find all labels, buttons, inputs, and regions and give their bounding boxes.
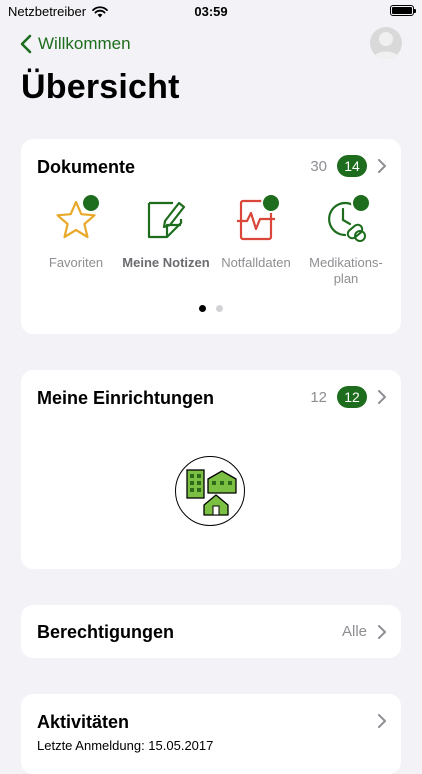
documents-title: Dokumente (37, 157, 136, 177)
back-button-label: Willkommen (38, 34, 131, 53)
documents-new-badge: 14 (337, 155, 367, 177)
page-dot[interactable] (216, 305, 223, 312)
new-indicator-dot (351, 193, 371, 213)
facilities-new-badge: 12 (337, 386, 367, 408)
my-notes-item[interactable]: Meine Notizen (121, 197, 211, 271)
medication-plan-item[interactable]: Medikations-plan (301, 193, 391, 287)
documents-card[interactable]: Dokumente 30 14 Favoriten Meine Notizen (21, 139, 401, 334)
back-button[interactable]: Willkommen (20, 32, 131, 56)
emergency-data-label: Notfalldaten (221, 255, 291, 270)
page-dot-active[interactable] (199, 305, 206, 312)
chevron-right-icon[interactable] (377, 713, 387, 729)
facilities-card[interactable]: Meine Einrichtungen 12 12 (21, 370, 401, 569)
medication-plan-label: Medikations-plan (309, 255, 383, 286)
status-bar: Netzbetreiber 03:59 (0, 0, 422, 22)
permissions-value: Alle (341, 623, 367, 640)
avatar[interactable] (370, 27, 402, 59)
chevron-right-icon[interactable] (377, 158, 387, 174)
battery-icon (390, 5, 416, 16)
activities-card[interactable]: Aktivitäten Letzte Anmeldung: 15.05.2017 (21, 694, 401, 774)
chevron-right-icon[interactable] (377, 624, 387, 640)
chevron-right-icon[interactable] (377, 389, 387, 405)
permissions-title: Berechtigungen (37, 622, 175, 642)
facilities-illustration (175, 456, 245, 526)
activities-title: Aktivitäten (37, 712, 130, 732)
clock: 03:59 (194, 4, 228, 19)
favorites-item[interactable]: Favoriten (31, 193, 121, 271)
page-indicator[interactable] (21, 305, 401, 312)
my-notes-label: Meine Notizen (122, 255, 210, 270)
emergency-data-item[interactable]: Notfalldaten (211, 193, 301, 271)
buildings-icon (186, 469, 237, 516)
new-indicator-dot (261, 193, 281, 213)
facilities-count: 12 (310, 388, 327, 406)
chevron-left-icon (20, 34, 32, 54)
facilities-title: Meine Einrichtungen (37, 388, 215, 408)
favorites-label: Favoriten (48, 255, 104, 270)
user-silhouette-icon (373, 32, 399, 59)
documents-count: 30 (310, 157, 327, 175)
note-edit-icon (147, 201, 186, 239)
last-login-text: Letzte Anmeldung: 15.05.2017 (37, 738, 214, 753)
new-indicator-dot (81, 193, 101, 213)
page-title: Übersicht (21, 68, 180, 106)
permissions-card[interactable]: Berechtigungen Alle (21, 605, 401, 658)
